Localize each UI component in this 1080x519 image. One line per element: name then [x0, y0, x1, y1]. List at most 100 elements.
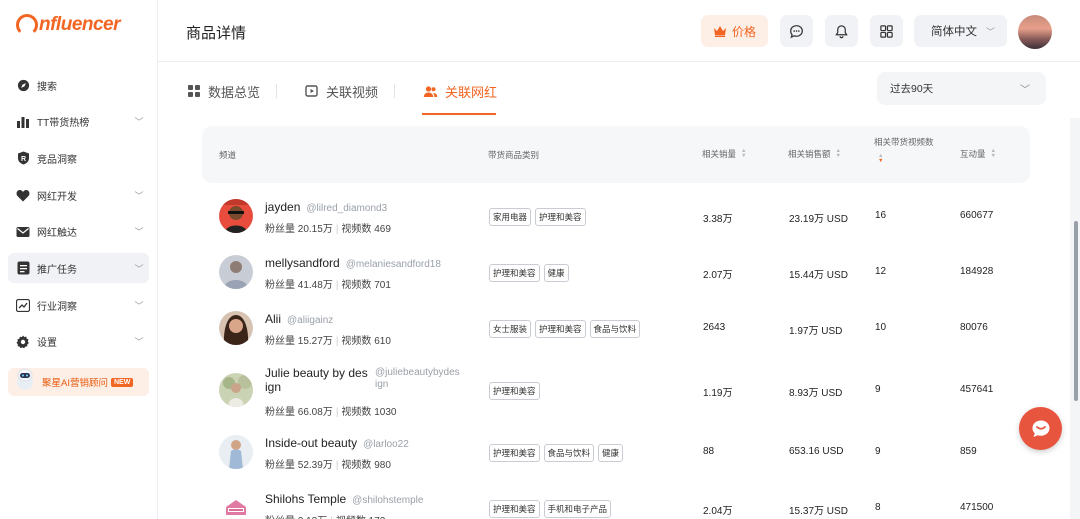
influencer-name-block[interactable]: jayden @lilred_diamond3 — [265, 200, 387, 214]
logo-mark-icon — [16, 14, 38, 36]
sort-icon[interactable]: ▲ ▼ — [991, 148, 996, 159]
sidebar-item-label: 设置 — [37, 338, 57, 350]
avatar[interactable] — [219, 255, 253, 289]
chevron-down-icon[interactable]: ﹀ — [129, 299, 149, 312]
influencer-stats: 粉丝量 66.08万 | 视频数 1030 — [265, 403, 396, 418]
engagement-cell: 457641 — [960, 384, 994, 395]
chevron-down-icon[interactable]: ﹀ — [129, 225, 149, 238]
sidebar-item-4[interactable]: 网红触达 ﹀ — [8, 217, 149, 247]
influencer-name[interactable]: Alii — [265, 312, 281, 326]
header-revenue[interactable]: 相关销售额 ▲ ▼ — [788, 148, 841, 160]
header-video-count[interactable]: 相关带货视频数 ▲ ▼ — [874, 136, 934, 164]
header-sales[interactable]: 相关销量 ▲ ▼ — [702, 148, 746, 160]
page-title: 商品详情 — [186, 25, 247, 42]
fans-label: 粉丝量 — [265, 224, 295, 235]
table-row[interactable]: Alii @aliigainz 粉丝量 15.27万 | 视频数 610 女士服装 护理和美… — [202, 300, 1030, 356]
fans-label: 粉丝量 — [265, 460, 295, 471]
heart-icon — [16, 188, 30, 202]
scrollbar[interactable] — [1072, 118, 1080, 519]
influencer-name[interactable]: Inside-out beauty — [265, 436, 357, 450]
influencer-name-block[interactable]: mellysandford @melaniesandford18 — [265, 256, 441, 270]
chevron-down-icon[interactable]: ﹀ — [129, 262, 149, 275]
influencer-name-block[interactable]: Shilohs Temple @shilohstemple — [265, 492, 423, 506]
sidebar-item-6[interactable]: 行业洞察 ﹀ — [8, 290, 149, 320]
table-row[interactable]: Inside-out beauty @larloo22 粉丝量 52.39万 | 视频数… — [202, 426, 1030, 482]
category-tags: 女士服装 护理和美容 食品与饮料 — [489, 320, 644, 338]
category-tag: 护理和美容 — [489, 444, 540, 462]
message-button[interactable] — [780, 15, 813, 47]
revenue-cell: 23.19万 USD — [789, 214, 848, 225]
handle-line-2: ign — [375, 379, 389, 390]
tab-related-videos[interactable]: 关联视频 — [305, 81, 378, 101]
language-select[interactable]: 简体中文 ﹀ — [914, 15, 1007, 47]
fans-count: 52.39万 — [297, 460, 333, 471]
influencer-stats: 粉丝量 52.39万 | 视频数 980 — [265, 456, 391, 471]
influencer-handle: @lilred_diamond3 — [306, 203, 388, 214]
sidebar-item-3[interactable]: 网红开发 ﹀ — [8, 180, 149, 210]
sidebar-item-7[interactable]: 设置 ﹀ — [8, 327, 149, 357]
brand-logo[interactable]: nfluencer — [16, 14, 121, 36]
influencer-handle: @larloo22 — [363, 439, 409, 450]
category-tag: 护理和美容 — [535, 208, 586, 226]
stats-divider: | — [335, 407, 339, 418]
avatar[interactable] — [219, 373, 253, 407]
sort-desc-icon[interactable]: ▲ ▼ — [878, 153, 883, 164]
header-engagement[interactable]: 互动量 ▲ ▼ — [960, 148, 996, 160]
influencer-stats: 粉丝量 41.48万 | 视频数 701 — [265, 276, 391, 291]
videos-count: 1030 — [374, 407, 397, 418]
notification-button[interactable] — [825, 15, 858, 47]
influencer-name[interactable]: Julie beauty by des ign — [265, 366, 373, 394]
influencer-name[interactable]: jayden — [265, 200, 300, 214]
influencer-name-block[interactable]: Julie beauty by des ign @juliebeautybydes i… — [265, 366, 460, 394]
header-label: 带货商品类别 — [488, 150, 540, 160]
avatar[interactable] — [219, 491, 253, 519]
apps-button[interactable] — [870, 15, 903, 47]
table-row[interactable]: jayden @lilred_diamond3 粉丝量 20.15万 | 视频数 469… — [202, 188, 1030, 244]
scrollbar-thumb[interactable] — [1074, 221, 1078, 401]
app-root: nfluencer 搜索 TT带货热榜 ﹀ R 竞品洞察网红开发 ﹀ 网红触达 ﹀ 推广任务 ﹀ 行… — [0, 0, 1080, 519]
logo-text: nfluencer — [39, 14, 121, 35]
date-range-select[interactable]: 过去90天 ﹀ — [877, 72, 1046, 105]
apps-grid-icon — [880, 24, 893, 38]
sort-icon[interactable]: ▲ ▼ — [836, 148, 841, 159]
revenue-cell: 653.16 USD — [789, 446, 844, 457]
influencer-name-block[interactable]: Inside-out beauty @larloo22 — [265, 436, 409, 450]
chevron-down-icon[interactable]: ﹀ — [129, 335, 149, 348]
sidebar-item-2[interactable]: R 竞品洞察 — [8, 143, 149, 173]
grid-icon — [187, 84, 201, 98]
avatar[interactable] — [219, 311, 253, 345]
table-row[interactable]: mellysandford @melaniesandford18 粉丝量 41.48… — [202, 244, 1030, 300]
category-tag: 手机和电子产品 — [543, 500, 612, 518]
influencer-name[interactable]: Shilohs Temple — [265, 492, 346, 506]
date-range-label: 过去90天 — [890, 83, 934, 95]
tab-related-influencers[interactable]: 关联网红 — [423, 81, 497, 101]
category-tag: 家用电器 — [489, 208, 532, 226]
category-tag: 健康 — [598, 444, 624, 462]
sidebar-item-label: 竞品洞察 — [37, 154, 77, 166]
videos-label: 视频数 — [341, 336, 372, 347]
tab-overview[interactable]: 数据总览 — [187, 81, 260, 101]
videos-label: 视频数 — [341, 407, 372, 418]
category-tag: 护理和美容 — [489, 500, 540, 518]
influencer-handle: @aliigainz — [287, 315, 334, 326]
language-label: 简体中文 — [931, 26, 977, 38]
name-row: Julie beauty by des ign @juliebeautybydes i… — [265, 366, 460, 394]
user-avatar[interactable] — [1018, 15, 1052, 49]
table-row[interactable]: Julie beauty by des ign @juliebeautybydes i… — [202, 356, 1030, 418]
chevron-down-icon[interactable]: ﹀ — [129, 189, 149, 202]
influencer-name[interactable]: mellysandford — [265, 256, 340, 270]
table-row[interactable]: Shilohs Temple @shilohstemple 粉丝量 2.13万|视频… — [202, 482, 1030, 519]
avatar[interactable] — [219, 435, 253, 469]
sidebar-item-5[interactable]: 推广任务 ﹀ — [8, 253, 149, 284]
chevron-down-icon[interactable]: ﹀ — [129, 115, 149, 128]
sort-icon[interactable]: ▲ ▼ — [741, 148, 746, 159]
sidebar-item-1[interactable]: TT带货热榜 ﹀ — [8, 107, 149, 137]
price-button[interactable]: 价格 — [701, 15, 768, 47]
ai-assistant-button[interactable]: 聚星AI营销顾问 NEW — [8, 368, 149, 396]
avatar[interactable] — [219, 199, 253, 233]
sidebar-item-0[interactable]: 搜索 — [8, 70, 149, 100]
header-category: 带货商品类别 — [488, 149, 539, 161]
sidebar-item-label: TT带货热榜 — [37, 118, 90, 130]
influencer-name-block[interactable]: Alii @aliigainz — [265, 312, 333, 326]
live-chat-button[interactable] — [1019, 407, 1062, 450]
